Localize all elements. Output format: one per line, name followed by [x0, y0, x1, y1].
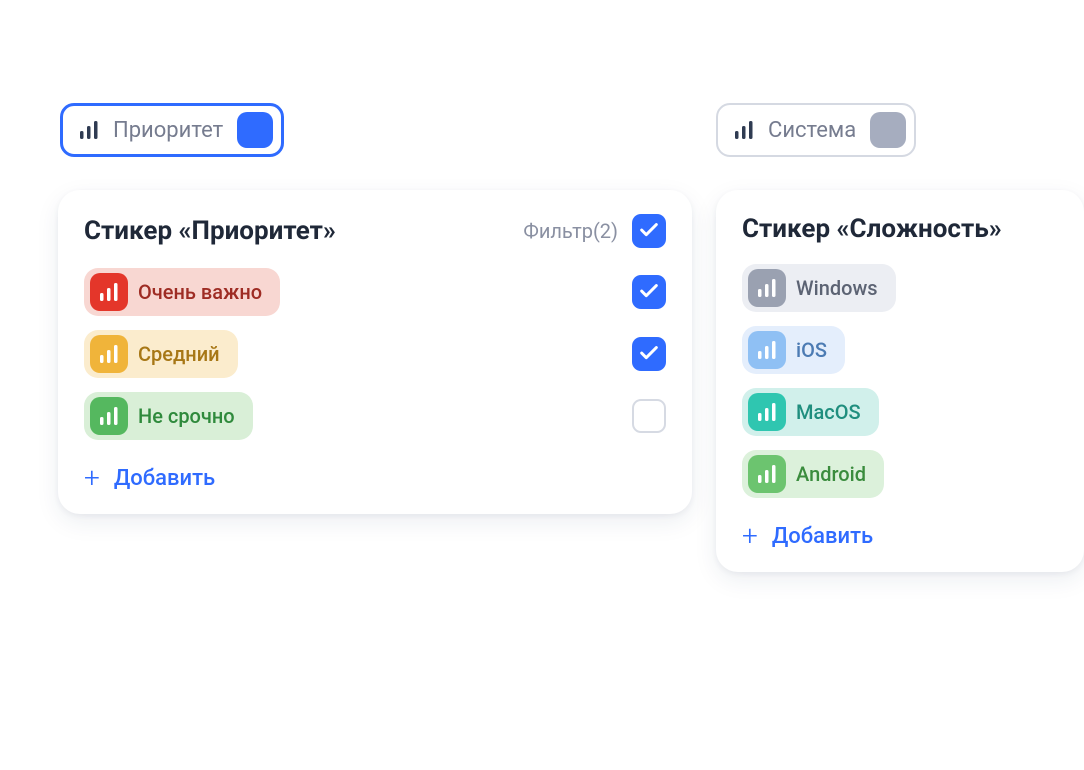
tag-label: Android	[796, 462, 866, 486]
sticker-card-priority: Стикер «Приоритет» Фильтр(2) Очень важно…	[58, 190, 692, 514]
funnel-icon	[237, 112, 273, 148]
bars-icon	[748, 269, 786, 307]
bars-icon	[90, 335, 128, 373]
system-tag[interactable]: MacOS	[742, 388, 879, 436]
tag-label: Очень важно	[138, 280, 262, 304]
tag-checkbox[interactable]	[632, 399, 666, 433]
add-tag-button[interactable]: + Добавить	[742, 516, 1058, 550]
filter-chip-system[interactable]: Система	[716, 103, 916, 157]
card-title: Стикер «Сложность»	[742, 214, 1002, 244]
tag-row: Android	[742, 450, 1058, 498]
sticker-card-system: Стикер «Сложность» Windows iOS MacOS	[716, 190, 1084, 572]
filter-chip-priority[interactable]: Приоритет	[60, 103, 284, 157]
tag-row: Очень важно	[84, 268, 666, 316]
system-tag[interactable]: Windows	[742, 264, 896, 312]
tag-checkbox[interactable]	[632, 337, 666, 371]
add-tag-button[interactable]: + Добавить	[84, 458, 666, 492]
add-tag-label: Добавить	[772, 524, 873, 549]
system-tag[interactable]: Android	[742, 450, 884, 498]
filter-chip-label: Приоритет	[113, 118, 223, 143]
bars-icon	[90, 397, 128, 435]
tag-label: Не срочно	[138, 404, 235, 428]
tag-row: Средний	[84, 330, 666, 378]
tag-label: iOS	[796, 338, 827, 362]
bars-icon	[90, 273, 128, 311]
card-title: Стикер «Приоритет»	[84, 216, 336, 246]
tag-row: Windows	[742, 264, 1058, 312]
tag-row: MacOS	[742, 388, 1058, 436]
plus-icon: +	[742, 522, 758, 550]
priority-tag[interactable]: Не срочно	[84, 392, 253, 440]
tag-label: Средний	[138, 342, 220, 366]
bars-icon	[77, 119, 101, 141]
funnel-icon	[870, 112, 906, 148]
plus-icon: +	[84, 464, 100, 492]
bars-icon	[732, 119, 756, 141]
bars-icon	[748, 455, 786, 493]
bars-icon	[748, 331, 786, 369]
add-tag-label: Добавить	[114, 466, 215, 491]
tag-row: iOS	[742, 326, 1058, 374]
filter-chip-label: Система	[768, 118, 856, 143]
priority-tag[interactable]: Очень важно	[84, 268, 280, 316]
tag-label: MacOS	[796, 400, 861, 424]
filter-count-label: Фильтр(2)	[523, 219, 618, 243]
system-tag[interactable]: iOS	[742, 326, 845, 374]
tag-list: Очень важно Средний Не срочно	[84, 268, 666, 440]
tag-list: Windows iOS MacOS Android	[742, 264, 1058, 498]
tag-label: Windows	[796, 276, 878, 300]
priority-tag[interactable]: Средний	[84, 330, 238, 378]
filter-master-checkbox[interactable]	[632, 214, 666, 248]
bars-icon	[748, 393, 786, 431]
tag-row: Не срочно	[84, 392, 666, 440]
tag-checkbox[interactable]	[632, 275, 666, 309]
